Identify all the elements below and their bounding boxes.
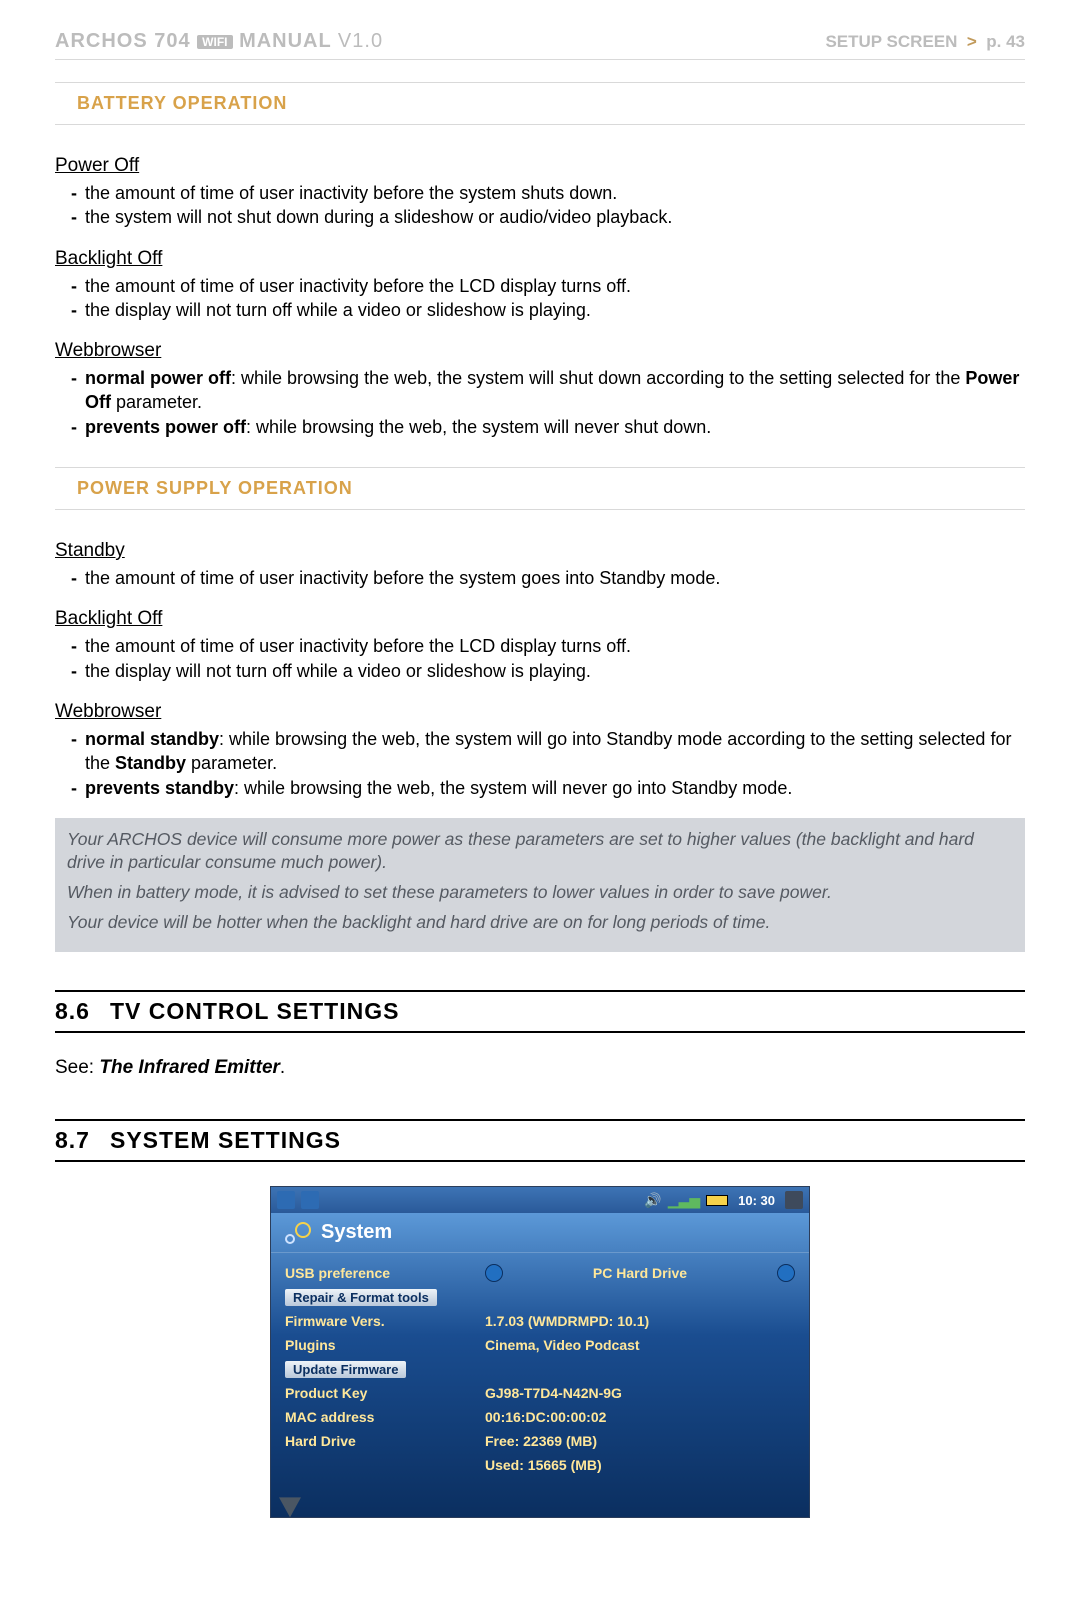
close-icon[interactable] [785,1191,803,1209]
label: Firmware Vers. [285,1313,475,1329]
entry-title: Power Off [55,155,1025,177]
row-plugins: Plugins Cinema, Video Podcast [285,1333,795,1357]
header-left: ARCHOS 704 WIFI MANUAL V1.0 [55,30,383,53]
bullet: the display will not turn off while a vi… [75,298,1025,322]
entry-title: Webbrowser [55,701,1025,723]
home-icon[interactable] [301,1191,319,1209]
bold-label: prevents power off [85,417,246,437]
value: 00:16:DC:00:00:02 [485,1409,795,1425]
row-product-key: Product Key GJ98-T7D4-N42N-9G [285,1381,795,1405]
row-usb-preference: USB preference PC Hard Drive [285,1261,795,1285]
chapter-8-7: 8.7 SYSTEM SETTINGS [55,1119,1025,1162]
volume-icon[interactable]: 🔊 [644,1192,661,1209]
entry-title: Webbrowser [55,340,1025,362]
header-right: SETUP SCREEN > p. 43 [825,32,1025,52]
entry-title: Standby [55,540,1025,562]
note-box: Your ARCHOS device will consume more pow… [55,818,1025,953]
manual-text: MANUAL [239,30,331,52]
value-used: Used: 15665 (MB) [485,1457,795,1473]
system-heading-text: System [321,1221,392,1244]
row-hard-drive: Hard Drive Free: 22369 (MB) [285,1429,795,1453]
value: 1.7.03 (WMDRMPD: 10.1) [485,1313,795,1329]
bullet: the amount of time of user inactivity be… [75,181,1025,205]
system-heading: System [271,1213,809,1253]
row-update-firmware[interactable]: Update Firmware [285,1357,795,1381]
note-line: Your device will be hotter when the back… [67,911,1013,935]
page-header: ARCHOS 704 WIFI MANUAL V1.0 SETUP SCREEN… [55,30,1025,60]
bold-param: Standby [115,753,186,773]
row-hard-drive-used: Used: 15665 (MB) [285,1453,795,1477]
text: parameter. [111,392,202,412]
bullet: the system will not shut down during a s… [75,205,1025,229]
arrow-left-icon[interactable] [485,1264,503,1282]
value: PC Hard Drive [513,1265,767,1281]
back-icon[interactable] [277,1191,295,1209]
brand-text: ARCHOS 704 [55,30,191,52]
entry-standby: Standby the amount of time of user inact… [55,540,1025,590]
see-prefix: See: [55,1057,99,1078]
entry-webbrowser-battery: Webbrowser normal power off: while brows… [55,340,1025,439]
section-battery-operation: BATTERY OPERATION [55,82,1025,125]
arrow-right-icon[interactable] [777,1264,795,1282]
bullet: the display will not turn off while a vi… [75,659,1025,683]
text: : while browsing the web, the system wil… [231,368,965,388]
text: : while browsing the web, the system wil… [246,417,711,437]
see-line: See: The Infrared Emitter. [55,1057,1025,1079]
label: Plugins [285,1337,475,1353]
entry-power-off: Power Off the amount of time of user ina… [55,155,1025,230]
system-body: USB preference PC Hard Drive Repair & Fo… [271,1253,809,1491]
bold-label: prevents standby [85,778,234,798]
system-settings-screenshot: 🔊 ▁▃▅ 10: 30 System USB preference PC Ha… [270,1186,810,1518]
chapter-number: 8.7 [55,1127,90,1154]
entry-title: Backlight Off [55,248,1025,270]
chevron-icon: > [967,32,977,51]
wifi-badge: WIFI [197,35,232,49]
label: Hard Drive [285,1433,475,1449]
chapter-8-6: 8.6 TV CONTROL SETTINGS [55,990,1025,1033]
bullet: the amount of time of user inactivity be… [75,634,1025,658]
entry-backlight-off-power: Backlight Off the amount of time of user… [55,608,1025,683]
bold-label: normal power off [85,368,231,388]
bullet: the amount of time of user inactivity be… [75,274,1025,298]
battery-icon [706,1195,728,1206]
label: MAC address [285,1409,475,1425]
page-number: p. 43 [986,32,1025,51]
bullet: prevents power off: while browsing the w… [75,415,1025,439]
see-ref: The Infrared Emitter [99,1057,280,1078]
entry-webbrowser-power: Webbrowser normal standby: while browsin… [55,701,1025,800]
note-line: When in battery mode, it is advised to s… [67,881,1013,905]
entry-title: Backlight Off [55,608,1025,630]
clock-text: 10: 30 [738,1193,775,1208]
entry-backlight-off-battery: Backlight Off the amount of time of user… [55,248,1025,323]
value: Cinema, Video Podcast [485,1337,795,1353]
scroll-down-icon[interactable] [279,1497,301,1517]
signal-icon: ▁▃▅ [668,1192,700,1209]
bullet: prevents standby: while browsing the web… [75,776,1025,800]
version-text: V1.0 [338,30,383,52]
bullet: normal power off: while browsing the web… [75,366,1025,415]
bullet: normal standby: while browsing the web, … [75,727,1025,776]
note-line: Your ARCHOS device will consume more pow… [67,828,1013,875]
chapter-title: SYSTEM SETTINGS [110,1127,341,1154]
section-power-supply-operation: POWER SUPPLY OPERATION [55,467,1025,510]
repair-format-button[interactable]: Repair & Format tools [285,1289,437,1306]
row-mac-address: MAC address 00:16:DC:00:00:02 [285,1405,795,1429]
chapter-title: TV CONTROL SETTINGS [110,998,399,1025]
chapter-number: 8.6 [55,998,90,1025]
gear-icon [285,1222,311,1244]
bold-label: normal standby [85,729,219,749]
value-free: Free: 22369 (MB) [485,1433,795,1449]
row-firmware-version: Firmware Vers. 1.7.03 (WMDRMPD: 10.1) [285,1309,795,1333]
label: USB preference [285,1265,475,1281]
update-firmware-button[interactable]: Update Firmware [285,1361,406,1378]
value: GJ98-T7D4-N42N-9G [485,1385,795,1401]
see-suffix: . [280,1057,285,1078]
text: parameter. [186,753,277,773]
setup-screen-label: SETUP SCREEN [825,32,957,51]
text: : while browsing the web, the system wil… [234,778,792,798]
system-titlebar: 🔊 ▁▃▅ 10: 30 [271,1187,809,1213]
label: Product Key [285,1385,475,1401]
row-repair-format[interactable]: Repair & Format tools [285,1285,795,1309]
bullet: the amount of time of user inactivity be… [75,566,1025,590]
